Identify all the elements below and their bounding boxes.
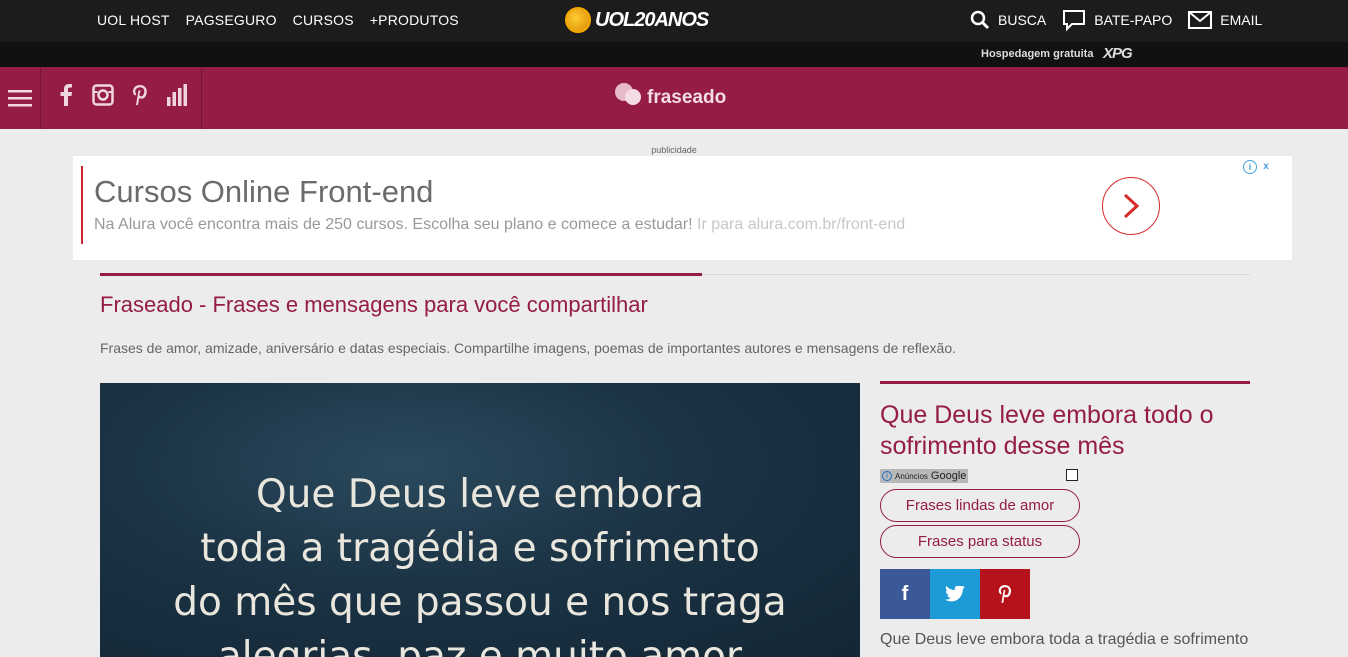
external-link-icon[interactable] — [1066, 469, 1078, 481]
ad-link-frases-status[interactable]: Frases para status — [880, 525, 1080, 558]
search-button[interactable]: BUSCA — [970, 10, 1046, 30]
uol-ball-icon — [565, 7, 591, 33]
ad-title[interactable]: Cursos Online Front-end — [94, 174, 433, 210]
quote-image[interactable]: Que Deus leve embora toda a tragédia e s… — [100, 383, 860, 657]
ad-close-icon[interactable]: x — [1259, 160, 1273, 174]
heading-rule-light — [702, 274, 1250, 275]
brand-name: fraseado — [647, 87, 727, 108]
cursos-link[interactable]: CURSOS — [293, 12, 354, 28]
page-subtitle: Frases de amor, amizade, aniversário e d… — [100, 340, 957, 356]
pagseguro-link[interactable]: PAGSEGURO — [186, 12, 277, 28]
side-rule — [880, 381, 1250, 384]
search-icon — [970, 10, 990, 30]
email-label: EMAIL — [1220, 12, 1263, 28]
ad-choices: i x — [1243, 160, 1273, 174]
site-header: fraseado — [0, 67, 1348, 129]
fraseado-logo[interactable]: fraseado — [615, 81, 726, 109]
uol-tools: BUSCA BATE-PAPO EMAIL — [970, 8, 1262, 32]
ad-url[interactable]: Ir para alura.com.br/front-end — [697, 216, 905, 233]
pinterest-icon[interactable] — [127, 84, 153, 112]
email-icon — [1188, 11, 1213, 29]
ads-google-label: Google — [930, 470, 967, 482]
heading-rule — [100, 273, 702, 276]
ad-go-button[interactable] — [1102, 177, 1160, 235]
uol-logo[interactable]: UOL20ANOS — [565, 7, 709, 33]
ad-description-text: Na Alura você encontra mais de 250 curso… — [94, 216, 693, 233]
uol-host-link[interactable]: UOL HOST — [97, 12, 170, 28]
email-button[interactable]: EMAIL — [1188, 10, 1262, 30]
page-title: Fraseado - Frases e mensagens para você … — [100, 292, 648, 317]
pinterest-icon — [998, 585, 1012, 603]
google-ads-label[interactable]: i Anúncios Google — [880, 469, 969, 483]
instagram-icon[interactable] — [90, 84, 116, 112]
post-title: Que Deus leve embora todo o sofrimento d… — [880, 401, 1214, 460]
uol-logo-text: UOL20ANOS — [595, 8, 709, 31]
ad-banner[interactable]: Cursos Online Front-end Na Alura você en… — [73, 156, 1292, 260]
uol-links: UOL HOST PAGSEGURO CURSOS +PRODUTOS — [97, 12, 459, 28]
produtos-link[interactable]: +PRODUTOS — [370, 12, 459, 28]
quote-text: Que Deus leve embora toda a tragédia e s… — [100, 468, 860, 657]
hosting-text[interactable]: Hospedagem gratuita — [981, 48, 1093, 60]
chat-icon — [1063, 10, 1086, 32]
uol-top-bar: UOL HOST PAGSEGURO CURSOS +PRODUTOS UOL2… — [0, 0, 1348, 42]
share-pinterest-button[interactable] — [980, 569, 1030, 619]
menu-button[interactable] — [0, 67, 41, 129]
share-facebook-button[interactable]: f — [880, 569, 930, 619]
search-label: BUSCA — [998, 12, 1047, 28]
stats-icon[interactable] — [164, 84, 190, 112]
ad-label: publicidade — [651, 145, 697, 155]
share-twitter-button[interactable] — [930, 569, 980, 619]
hosting-bar: Hospedagem gratuita XPG — [0, 42, 1348, 67]
speech-bubble-icon — [615, 83, 643, 107]
quote-line: alegrias, paz e muito amor — [217, 634, 743, 657]
post-text: Que Deus leve embora toda a tragédia e s… — [880, 631, 1249, 648]
quote-line: toda a tragédia e sofrimento — [200, 526, 760, 571]
quote-line: do mês que passou e nos traga — [173, 580, 787, 625]
menu-icon — [8, 90, 32, 107]
ad-description: Na Alura você encontra mais de 250 curso… — [94, 216, 905, 234]
ad-link-frases-amor[interactable]: Frases lindas de amor — [880, 489, 1080, 522]
chevron-right-icon — [1123, 193, 1140, 219]
ad-accent-bar — [81, 166, 83, 244]
chat-button[interactable]: BATE-PAPO — [1062, 8, 1172, 32]
ads-small-label: Anúncios — [895, 471, 928, 481]
info-icon: i — [882, 471, 892, 481]
twitter-icon — [945, 585, 965, 602]
chat-label: BATE-PAPO — [1094, 12, 1173, 28]
quote-line: Que Deus leve embora — [255, 472, 705, 517]
facebook-icon[interactable] — [53, 84, 79, 112]
social-links — [41, 67, 202, 129]
facebook-icon: f — [901, 583, 909, 605]
ad-info-icon[interactable]: i — [1243, 160, 1257, 174]
xpg-logo[interactable]: XPG — [1103, 45, 1133, 62]
